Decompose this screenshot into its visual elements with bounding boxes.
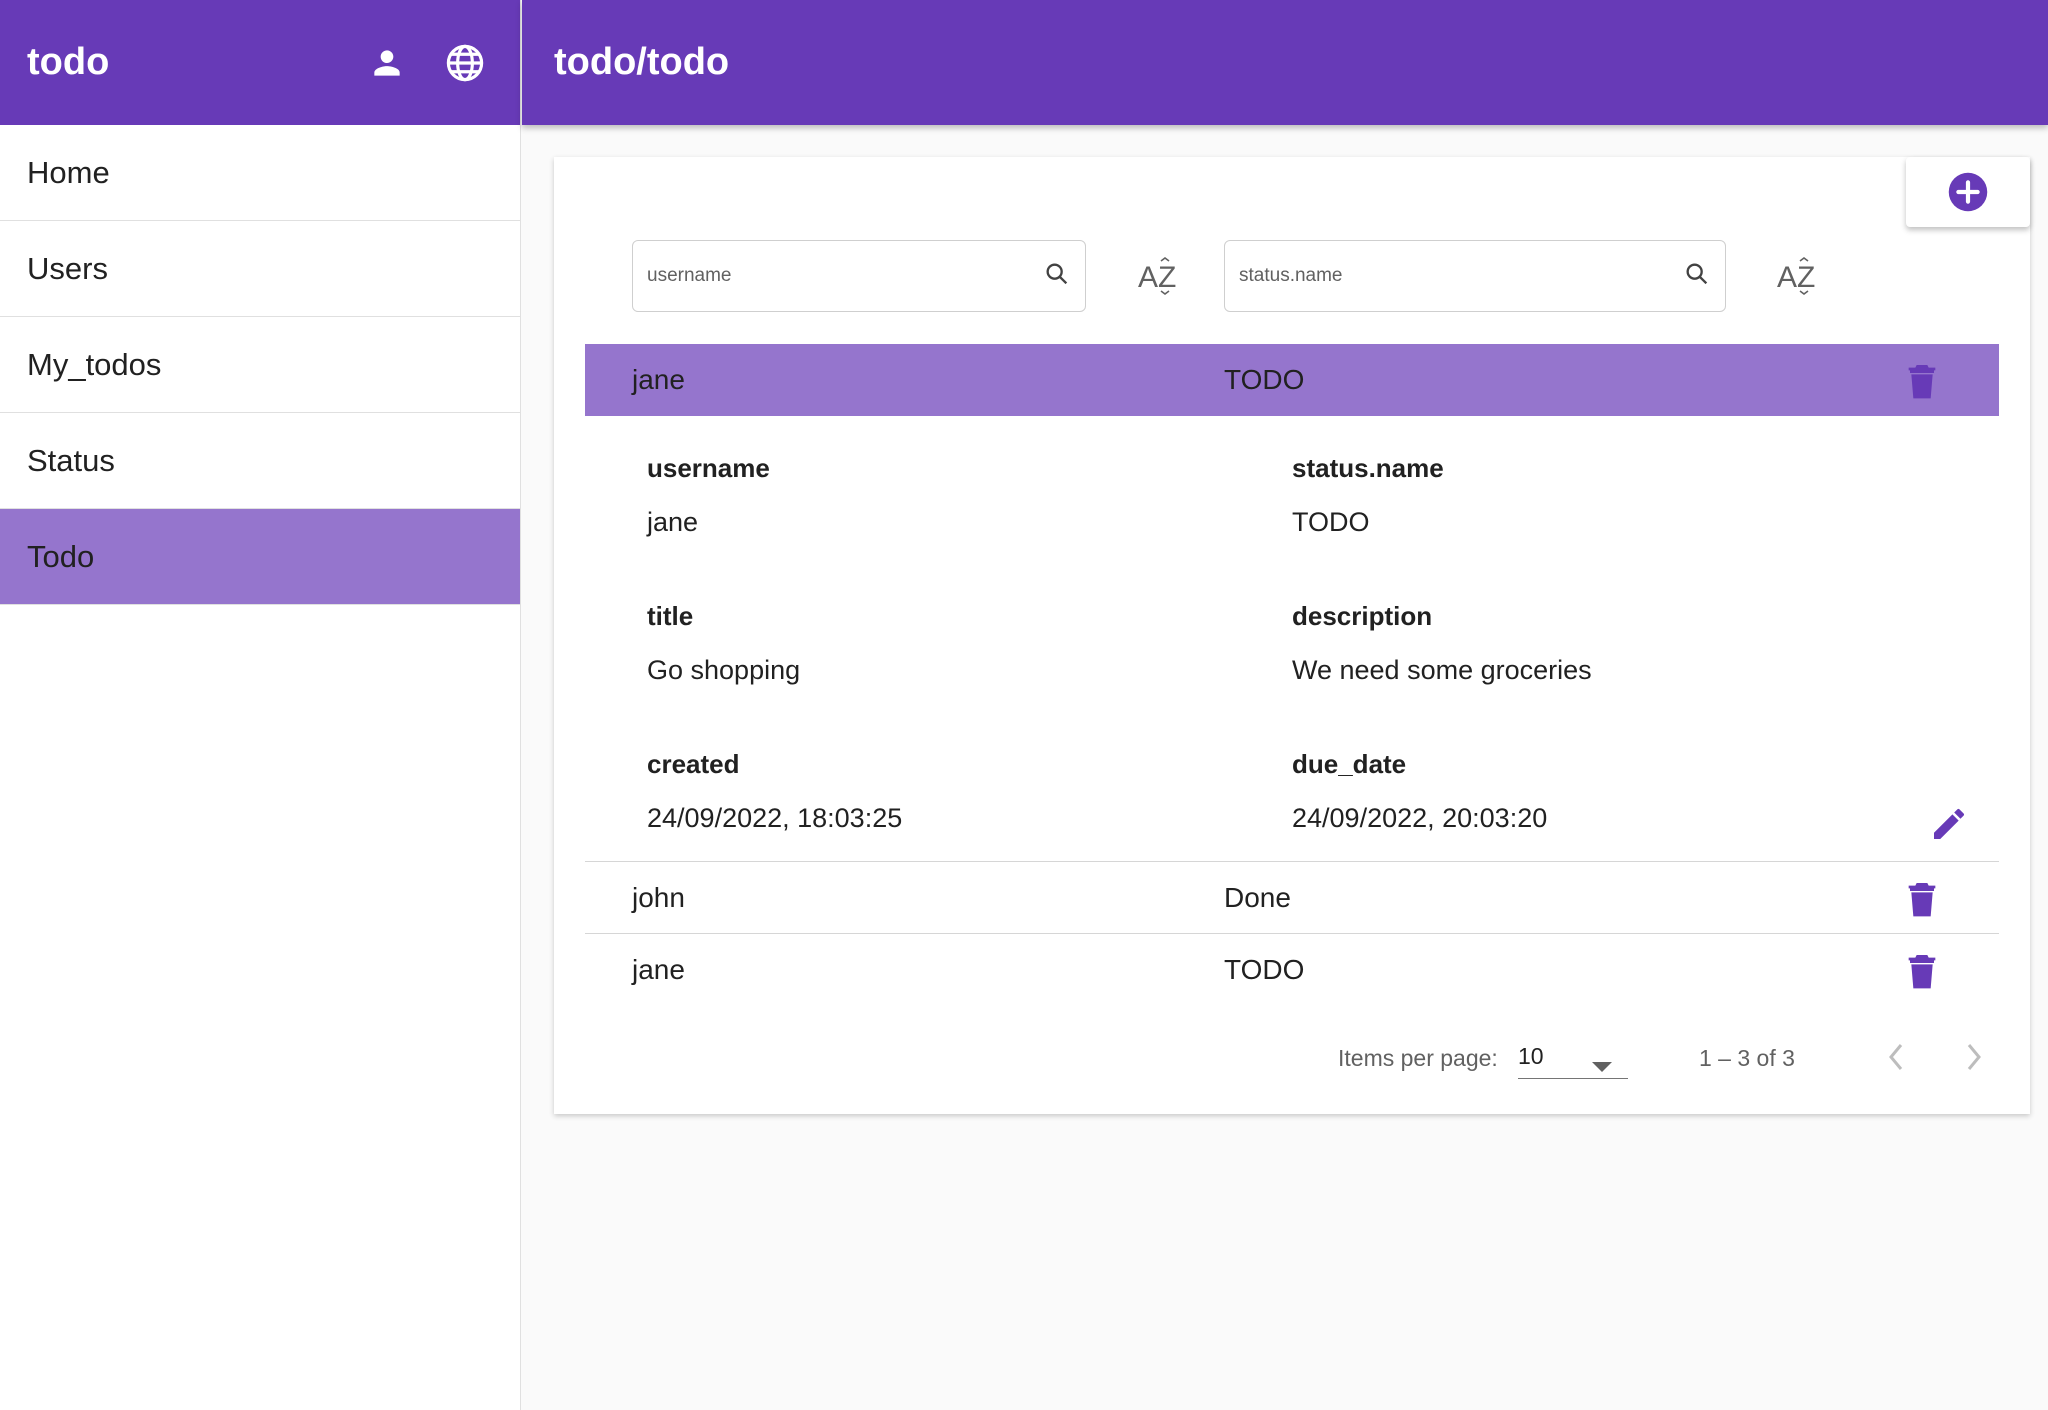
page-range-label: 1 – 3 of 3	[1699, 1045, 1795, 1071]
table-row[interactable]: jane TODO	[585, 344, 1999, 416]
sidebar-item-status[interactable]: Status	[0, 413, 520, 509]
sidebar-item-my-todos[interactable]: My_todos	[0, 317, 520, 413]
person-icon[interactable]	[359, 35, 415, 91]
filter-row: AZ AZ	[554, 240, 2030, 312]
detail-value-description: We need some groceries	[1292, 655, 1592, 685]
todo-list-card: AZ AZ jane TODO	[554, 157, 2030, 1114]
row-status: TODO	[1224, 364, 1305, 395]
search-icon[interactable]	[1683, 260, 1711, 293]
chevron-down-icon	[1592, 1053, 1612, 1080]
previous-page-button[interactable]	[1876, 1037, 1916, 1077]
chevron-right-icon	[1967, 1044, 1981, 1070]
edit-icon[interactable]	[1929, 804, 1969, 849]
row-username: john	[632, 882, 685, 913]
table-row[interactable]: jane TODO	[585, 934, 1999, 1006]
sort-az-label: AZ	[1138, 261, 1176, 294]
detail-label-title: title	[647, 601, 694, 631]
detail-label-status: status.name	[1292, 453, 1444, 483]
sort-az-label: AZ	[1777, 261, 1815, 294]
sidebar: todo Home Users My_todos Status Todo	[0, 0, 521, 1410]
row-username: jane	[632, 954, 685, 985]
add-circle-icon	[1948, 172, 1988, 212]
app-root: todo Home Users My_todos Status Todo tod…	[0, 0, 2048, 1410]
sidebar-nav: Home Users My_todos Status Todo	[0, 125, 520, 605]
items-per-page-label: Items per page:	[1338, 1045, 1498, 1071]
sidebar-item-label: My_todos	[27, 346, 162, 382]
sort-az-icon: AZ	[1138, 257, 1176, 295]
sort-status-button[interactable]: AZ	[1770, 250, 1824, 304]
detail-label-description: description	[1292, 601, 1433, 631]
sort-az-icon: AZ	[1777, 257, 1815, 295]
detail-value-status: TODO	[1292, 507, 1370, 537]
sidebar-item-todo[interactable]: Todo	[0, 509, 520, 605]
detail-label-username: username	[647, 453, 770, 483]
sidebar-item-label: Status	[27, 442, 115, 478]
status-filter	[1224, 240, 1726, 312]
page-size-value: 10	[1518, 1043, 1544, 1069]
detail-value-created: 24/09/2022, 18:03:25	[647, 803, 903, 833]
next-page-button[interactable]	[1954, 1037, 1994, 1077]
status-filter-input[interactable]	[1239, 265, 1683, 287]
page-title: todo/todo	[554, 41, 730, 83]
detail-value-title: Go shopping	[647, 655, 801, 685]
sidebar-item-label: Users	[27, 250, 108, 286]
sidebar-item-label: Home	[27, 154, 110, 190]
delete-icon[interactable]	[1906, 362, 1938, 407]
add-button[interactable]	[1906, 157, 2030, 227]
globe-icon[interactable]	[437, 35, 493, 91]
sidebar-header: todo	[0, 0, 520, 125]
app-title: todo	[27, 41, 110, 83]
row-username: jane	[632, 364, 685, 395]
table-row[interactable]: john Done	[585, 862, 1999, 934]
detail-value-due-date: 24/09/2022, 20:03:20	[1292, 803, 1548, 833]
row-status: Done	[1224, 882, 1291, 913]
username-filter	[632, 240, 1086, 312]
sidebar-item-users[interactable]: Users	[0, 221, 520, 317]
sidebar-item-home[interactable]: Home	[0, 125, 520, 221]
search-icon[interactable]	[1043, 260, 1071, 293]
page-size-select[interactable]: 10	[1518, 1035, 1628, 1079]
detail-value-username: jane	[647, 507, 699, 537]
detail-label-created: created	[647, 749, 740, 779]
topbar: todo/todo	[522, 0, 2048, 125]
sidebar-item-label: Todo	[27, 538, 95, 574]
paginator: Items per page: 10 1 – 3 of 3	[554, 1027, 2030, 1087]
delete-icon[interactable]	[1906, 880, 1938, 925]
row-status: TODO	[1224, 954, 1305, 985]
username-filter-input[interactable]	[647, 265, 1043, 287]
chevron-left-icon	[1889, 1044, 1903, 1070]
delete-icon[interactable]	[1906, 952, 1938, 997]
sort-username-button[interactable]: AZ	[1131, 250, 1185, 304]
detail-label-due-date: due_date	[1292, 749, 1407, 779]
